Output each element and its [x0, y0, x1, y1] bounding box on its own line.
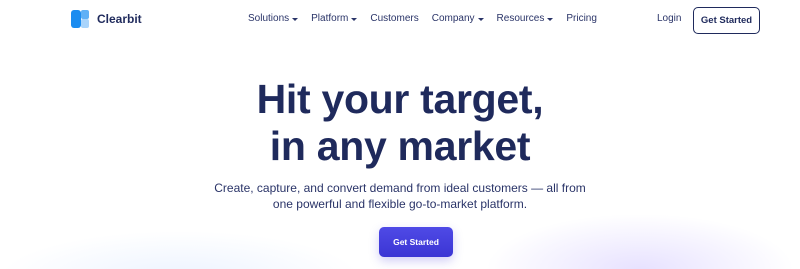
hero-get-started-button[interactable]: Get Started	[379, 227, 453, 257]
chevron-down-icon	[477, 17, 484, 21]
nav-item-label: Platform	[311, 13, 349, 24]
nav-item-label: Pricing	[566, 13, 597, 24]
brand-logo-link[interactable]: Clearbit	[71, 10, 142, 28]
nav-item-resources[interactable]: Resources	[497, 13, 554, 24]
nav-item-label: Resources	[496, 13, 545, 24]
nav-item-pricing[interactable]: Pricing	[566, 13, 597, 24]
clearbit-logo-icon	[71, 10, 89, 28]
nav-item-company[interactable]: Company	[432, 13, 484, 24]
nav-item-platform[interactable]: Platform	[311, 13, 358, 24]
chevron-down-icon	[292, 17, 299, 21]
nav-item-label: Customers	[370, 13, 419, 24]
brand-name: Clearbit	[97, 12, 142, 26]
nav-item-solutions[interactable]: Solutions	[248, 13, 299, 24]
chevron-down-icon	[547, 17, 554, 21]
site-header: Clearbit Solutions Platform Customers Co…	[0, 0, 800, 40]
hero-title-line-1: Hit your target,	[256, 76, 544, 122]
nav-item-label: Company	[431, 13, 475, 24]
hero-title: Hit your target, in any market	[0, 76, 800, 170]
hero-title-line-2: in any market	[269, 123, 531, 169]
hero-subtitle-line-1: Create, capture, and convert demand from…	[214, 181, 586, 195]
nav-item-label: Solutions	[248, 13, 290, 24]
nav-item-customers[interactable]: Customers	[370, 13, 418, 24]
hero-subtitle: Create, capture, and convert demand from…	[0, 180, 800, 212]
chevron-down-icon	[351, 17, 358, 21]
login-link[interactable]: Login	[657, 13, 681, 24]
hero-subtitle-line-2: one powerful and flexible go-to-market p…	[272, 197, 528, 211]
header-get-started-button[interactable]: Get Started	[693, 7, 760, 34]
main-nav: Solutions Platform Customers Company Res…	[248, 13, 597, 24]
